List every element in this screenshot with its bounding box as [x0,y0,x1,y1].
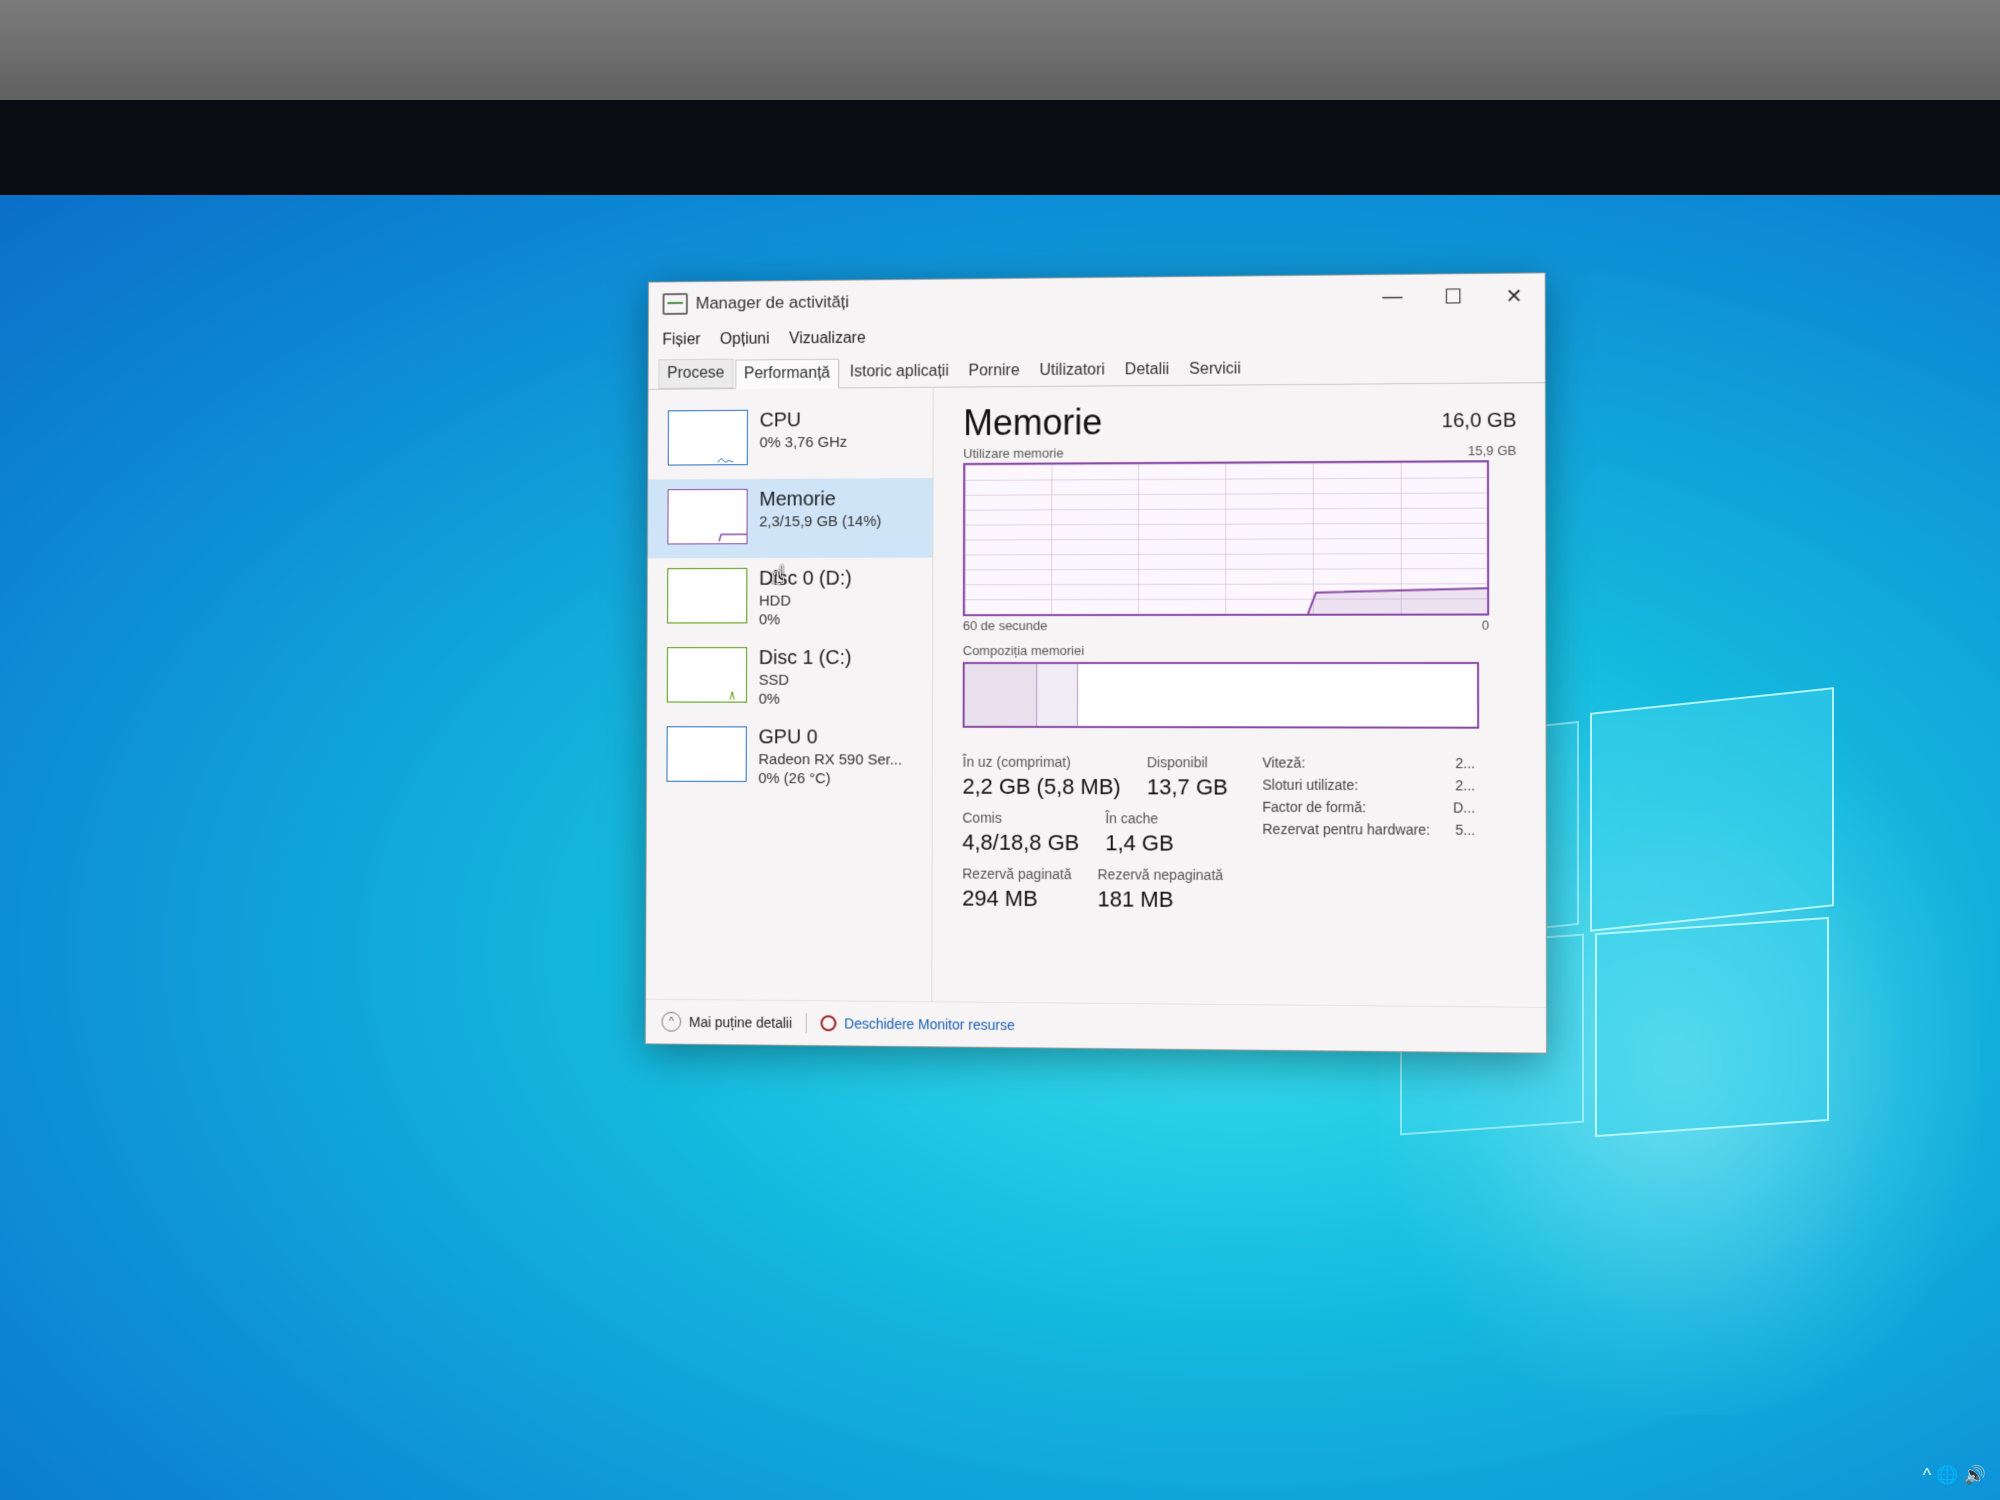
tab-users[interactable]: Utilizatori [1031,355,1114,386]
sidebar-item-detail: Radeon RX 590 Ser... [758,751,902,768]
composition-free[interactable] [1078,664,1477,727]
form-factor-label: Factor de formă: [1262,799,1366,816]
composition-modified[interactable] [1037,664,1078,726]
sidebar-item-detail: 2,3/15,9 GB (14%) [759,513,881,530]
committed-value: 4,8/18,8 GB [962,830,1079,857]
tab-performance[interactable]: Performanță [735,359,839,389]
available-label: Disponibil [1147,754,1228,770]
nonpaged-pool-value: 181 MB [1097,886,1223,913]
memory-stats: În uz (comprimat) 2,2 GB (5,8 MB) Dispon… [962,754,1517,926]
sidebar-item-detail: 0% (26 °C) [758,770,902,787]
panel-title: Memorie [963,401,1102,444]
sidebar-item-title: GPU 0 [759,726,903,749]
window-title: Manager de activități [696,287,1362,313]
hardware-reserved-label: Rezervat pentru hardware: [1262,821,1430,838]
menu-view[interactable]: Vizualizare [789,330,866,348]
memory-usage-graph [963,460,1489,616]
fewer-details-link[interactable]: Mai puține detalii [689,1014,792,1031]
resource-monitor-icon [821,1015,837,1031]
available-value: 13,7 GB [1147,774,1228,800]
usage-line [965,462,1487,614]
time-span-label: 60 de secunde [963,618,1048,633]
in-use-label: În uz (comprimat) [963,754,1121,770]
speed-value: 2... [1455,755,1475,771]
memory-composition-bar [963,662,1480,729]
time-end-label: 0 [1482,618,1489,633]
cached-value: 1,4 GB [1105,830,1174,856]
sidebar-item-detail: SSD [759,672,852,689]
sidebar-item-title: Memorie [759,488,881,511]
sidebar-item-title: Disc 1 (C:) [759,647,852,670]
memory-details: Viteză: 2... Sloturi utilizate: 2... Facto… [1262,754,1475,925]
disk-1-thumbnail-graph [667,647,747,702]
sidebar-item-detail: 0% 3,76 GHz [760,434,848,451]
sidebar-item-detail: HDD [759,592,852,609]
menu-file[interactable]: Fișier [662,331,700,349]
sidebar-item-title: CPU [760,409,848,432]
sidebar-item-detail: 0% [759,691,852,708]
paged-pool-label: Rezervă paginată [962,866,1071,883]
total-memory: 16,0 GB [1442,410,1517,434]
open-resource-monitor-link[interactable]: Deschidere Monitor resurse [844,1015,1015,1033]
minimize-button[interactable]: — [1362,275,1423,320]
hand-cursor-icon: ☝ [770,560,786,591]
composition-label: Compoziția memoriei [963,643,1084,658]
usage-graph-max: 15,9 GB [1468,443,1517,458]
nonpaged-pool-label: Rezervă nepaginată [1097,866,1223,883]
hardware-reserved-value: 5... [1455,822,1475,838]
composition-in-use[interactable] [965,664,1038,726]
tab-services[interactable]: Servicii [1180,354,1250,385]
footer-bar: ^ Mai puține detalii Deschidere Monitor … [646,999,1546,1053]
resource-list: CPU 0% 3,76 GHz Memorie 2,3/15,9 GB (14%… [646,387,934,1003]
cached-label: În cache [1105,810,1174,826]
sidebar-item-disk-0[interactable]: Disc 0 (D:) HDD 0% [648,558,933,638]
performance-content: CPU 0% 3,76 GHz Memorie 2,3/15,9 GB (14%… [646,382,1546,1008]
tab-details[interactable]: Detalii [1116,355,1178,385]
sidebar-item-detail: 0% [759,611,852,628]
wall-background [0,0,2000,110]
maximize-button[interactable]: ☐ [1423,274,1484,319]
monitor-bezel [0,100,2000,210]
disk-0-thumbnail-graph [667,568,747,624]
windows-logo-pane [1595,917,1829,1137]
system-tray[interactable]: ^ 🌐 🔊 [1923,1465,1986,1486]
title-bar[interactable]: Manager de activități — ☐ ✕ [649,273,1545,326]
sidebar-item-gpu-0[interactable]: GPU 0 Radeon RX 590 Ser... 0% (26 °C) [647,716,932,796]
sidebar-item-cpu[interactable]: CPU 0% 3,76 GHz [648,399,932,480]
close-button[interactable]: ✕ [1484,273,1545,318]
speed-label: Viteză: [1262,754,1305,770]
footer-divider [806,1013,807,1033]
task-manager-window[interactable]: Manager de activități — ☐ ✕ Fișier Opțiu… [645,272,1547,1053]
form-factor-value: D... [1453,799,1475,815]
memory-detail-panel: Memorie 16,0 GB Utilizare memorie 15,9 G… [932,382,1546,1008]
usage-graph-label: Utilizare memorie [963,446,1063,461]
task-manager-icon [663,293,688,315]
in-use-value: 2,2 GB (5,8 MB) [962,774,1120,801]
paged-pool-value: 294 MB [962,886,1071,913]
gpu-thumbnail-graph [666,726,746,782]
menu-options[interactable]: Opțiuni [720,331,770,349]
tab-app-history[interactable]: Istoric aplicații [841,357,958,388]
slots-value: 2... [1455,777,1475,793]
sidebar-item-disk-1[interactable]: Disc 1 (C:) SSD 0% [647,637,932,717]
memory-thumbnail-graph [667,489,747,545]
chevron-up-icon[interactable]: ^ [662,1012,682,1032]
tab-startup[interactable]: Pornire [960,356,1029,386]
sidebar-item-memory[interactable]: Memorie 2,3/15,9 GB (14%) [648,478,933,558]
committed-label: Comis [962,810,1079,826]
tab-processes[interactable]: Procese [658,359,733,389]
cpu-thumbnail-graph [668,410,748,466]
windows-logo-pane [1590,687,1834,932]
slots-label: Sloturi utilizate: [1262,777,1358,793]
